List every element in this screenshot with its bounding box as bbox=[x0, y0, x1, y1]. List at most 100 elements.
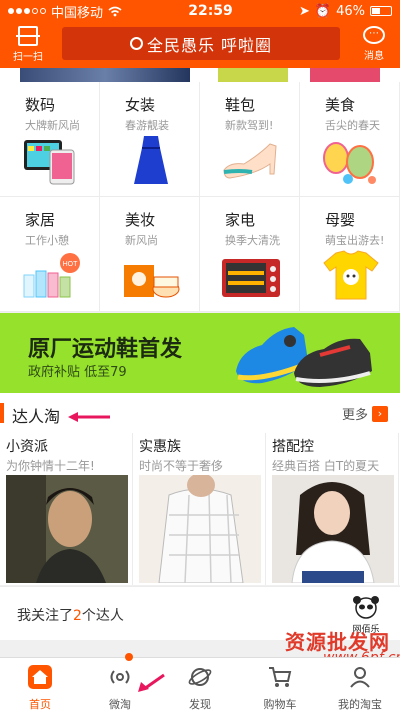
category-title: 女装 bbox=[125, 96, 156, 114]
tab-cart[interactable]: 购物车 bbox=[240, 658, 320, 711]
following-text: 我关注了2个达人 bbox=[17, 605, 124, 625]
tab-bar: 首页 微淘 发现 购物车 我的淘宝 bbox=[0, 653, 400, 711]
annotation-arrow bbox=[138, 673, 165, 692]
more-link[interactable]: 更多 › bbox=[342, 404, 388, 423]
following-suffix: 个达人 bbox=[81, 608, 124, 624]
category-title: 鞋包 bbox=[225, 96, 256, 114]
oven-image bbox=[222, 259, 280, 297]
battery-icon bbox=[370, 6, 392, 16]
battery-percent: 46% bbox=[336, 3, 365, 19]
tab-home[interactable]: 首页 bbox=[0, 658, 80, 711]
category-subtitle: 换季大清洗 bbox=[225, 234, 280, 247]
more-label: 更多 bbox=[341, 408, 368, 423]
dress-image bbox=[134, 136, 168, 184]
planet-icon bbox=[188, 668, 212, 686]
wifi-icon bbox=[108, 6, 122, 16]
search-icon bbox=[129, 37, 143, 50]
taobao-home: 中国移动 22:59 ➤ ⏰ 46% 扫一扫 全民愚乐 呼啦圈 ⋯ 消息 数码 … bbox=[0, 0, 400, 711]
tab-my-taobao[interactable]: 我的淘宝 bbox=[320, 658, 400, 711]
promo-subline: 政府补贴 低至79 bbox=[28, 365, 127, 380]
category-subtitle: 舌尖的春天 bbox=[325, 119, 380, 132]
location-icon: ➤ bbox=[299, 3, 310, 19]
talent-name: 搭配控 bbox=[272, 439, 314, 455]
panda-icon bbox=[353, 596, 379, 619]
hot-badge: HOT bbox=[63, 261, 79, 268]
talent-desc: 为你钟情十二年! bbox=[6, 459, 95, 473]
following-count: 2 bbox=[73, 608, 82, 624]
category-title: 家居 bbox=[25, 211, 56, 229]
talent-name: 实惠族 bbox=[139, 439, 181, 455]
message-button[interactable]: ⋯ 消息 bbox=[354, 26, 394, 62]
talent-name: 小资派 bbox=[6, 439, 48, 455]
category-subtitle: 大牌新风尚 bbox=[25, 119, 80, 132]
category-beauty[interactable]: 美妆 新风尚 bbox=[100, 197, 200, 312]
category-appliances[interactable]: 家电 换季大清洗 bbox=[200, 197, 300, 312]
scan-label: 扫一扫 bbox=[13, 52, 43, 63]
notification-dot bbox=[125, 653, 133, 661]
clock: 22:59 bbox=[188, 3, 233, 19]
category-grid: 数码 大牌新风尚 女装 春游靓装 鞋包 新款驾到! 美食 舌尖的春天 家居 工作… bbox=[0, 82, 400, 312]
category-women-clothing[interactable]: 女装 春游靓装 bbox=[100, 82, 200, 197]
talent-list: 小资派 为你钟情十二年! 实惠族 时尚不等于奢侈 搭配控 经典百搭 白T的夏天 bbox=[0, 433, 400, 585]
cups-image: HOT bbox=[23, 253, 80, 298]
category-title: 数码 bbox=[25, 96, 56, 114]
app-header: 中国移动 22:59 ➤ ⏰ 46% 扫一扫 全民愚乐 呼啦圈 ⋯ 消息 bbox=[0, 0, 400, 68]
tab-label: 发现 bbox=[189, 698, 211, 711]
tab-label: 我的淘宝 bbox=[338, 698, 382, 711]
easter-eggs-image bbox=[323, 142, 376, 184]
cart-icon bbox=[269, 667, 292, 687]
black-sneaker-image bbox=[294, 338, 372, 387]
chevron-right-icon: › bbox=[372, 405, 388, 422]
category-digital[interactable]: 数码 大牌新风尚 bbox=[0, 82, 100, 197]
tab-discover[interactable]: 发现 bbox=[160, 658, 240, 711]
category-shoes-bags[interactable]: 鞋包 新款驾到! bbox=[200, 82, 300, 197]
category-subtitle: 萌宝出游去! bbox=[325, 234, 385, 247]
signal-icon bbox=[8, 8, 46, 14]
talent-desc: 时尚不等于奢侈 bbox=[139, 459, 224, 473]
tablet-image bbox=[24, 140, 75, 185]
talent-card[interactable]: 搭配控 经典百搭 白T的夏天 bbox=[266, 433, 399, 585]
talent-photo bbox=[6, 475, 128, 583]
category-title: 母婴 bbox=[325, 211, 356, 229]
category-home[interactable]: 家居 工作小憩 HOT bbox=[0, 197, 100, 312]
alarm-icon: ⏰ bbox=[314, 3, 332, 19]
tab-label: 购物车 bbox=[263, 698, 297, 711]
section-accent-bar bbox=[0, 403, 4, 423]
profile-icon bbox=[350, 667, 370, 688]
talent-photo bbox=[272, 475, 394, 583]
search-bar[interactable]: 全民愚乐 呼啦圈 bbox=[62, 27, 340, 60]
promo-banner[interactable]: 原厂运动鞋首发 政府补贴 低至79 bbox=[0, 313, 400, 393]
tab-label: 微淘 bbox=[109, 698, 131, 711]
category-subtitle: 工作小憩 bbox=[25, 234, 69, 247]
category-food[interactable]: 美食 舌尖的春天 bbox=[300, 82, 400, 197]
talent-card[interactable]: 实惠族 时尚不等于奢侈 bbox=[133, 433, 266, 585]
talent-card[interactable]: 小资派 为你钟情十二年! bbox=[0, 433, 133, 585]
talent-desc: 经典百搭 白T的夏天 bbox=[272, 459, 380, 473]
section-title: 达人淘 bbox=[12, 407, 61, 426]
status-bar: 中国移动 22:59 ➤ ⏰ 46% bbox=[0, 0, 400, 22]
promo-headline: 原厂运动鞋首发 bbox=[28, 337, 183, 362]
broadcast-icon bbox=[110, 670, 130, 684]
kids-shirt-image bbox=[323, 250, 379, 300]
scan-button[interactable]: 扫一扫 bbox=[6, 26, 50, 63]
annotation-arrow bbox=[68, 412, 110, 422]
search-text: 全民愚乐 呼啦圈 bbox=[146, 35, 273, 55]
message-icon: ⋯ bbox=[363, 26, 385, 44]
category-title: 家电 bbox=[225, 211, 256, 229]
scan-icon bbox=[16, 26, 40, 46]
home-icon bbox=[28, 665, 52, 689]
talent-section-header: 达人淘 更多 › bbox=[0, 393, 400, 433]
carrier-label: 中国移动 bbox=[51, 5, 104, 21]
category-baby[interactable]: 母婴 萌宝出游去! bbox=[300, 197, 400, 312]
category-subtitle: 新风尚 bbox=[125, 234, 158, 247]
talent-photo bbox=[139, 475, 261, 583]
category-title: 美食 bbox=[325, 96, 356, 114]
high-heel-image bbox=[223, 143, 277, 179]
category-title: 美妆 bbox=[125, 211, 156, 229]
following-prefix: 我关注了 bbox=[17, 608, 73, 624]
message-label: 消息 bbox=[364, 51, 384, 62]
category-subtitle: 新款驾到! bbox=[225, 119, 274, 132]
cosmetics-image bbox=[124, 265, 180, 298]
tab-label: 首页 bbox=[29, 698, 51, 711]
banner-strip[interactable] bbox=[0, 68, 400, 82]
